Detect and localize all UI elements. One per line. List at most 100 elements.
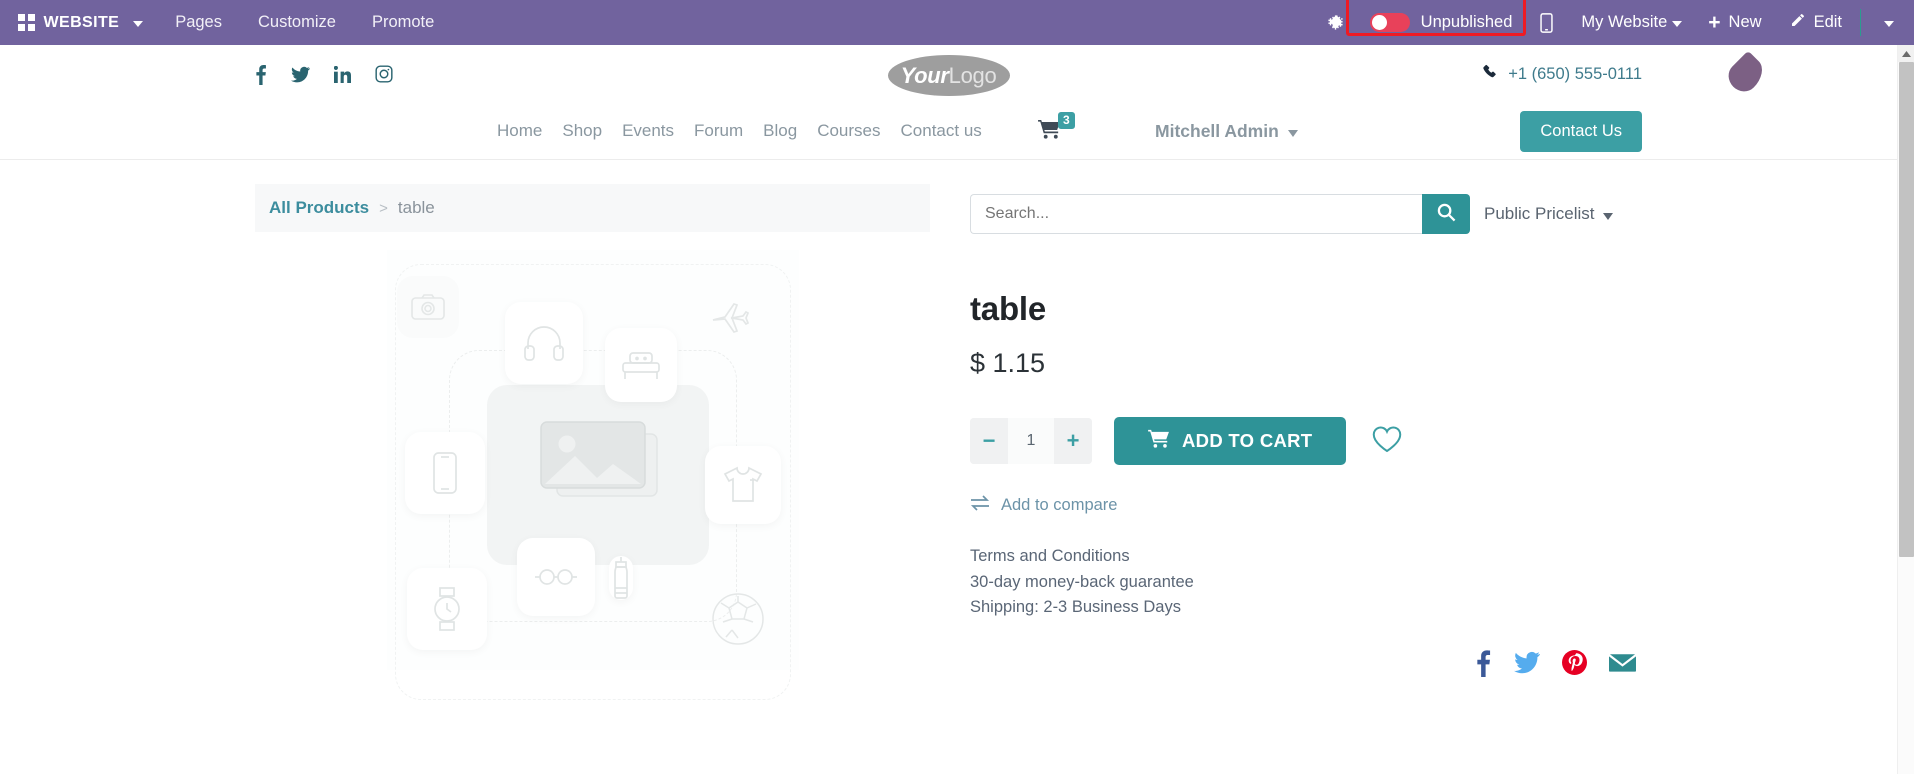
- search-icon: [1437, 203, 1456, 225]
- nav-link-contact-us[interactable]: Contact us: [891, 121, 992, 141]
- add-to-wishlist-button[interactable]: [1368, 422, 1406, 460]
- quantity-increase-button[interactable]: +: [1054, 418, 1092, 464]
- new-button[interactable]: + New: [1694, 0, 1775, 45]
- site-top-header: YourLogo +1 (650) 555-0111: [0, 45, 1897, 103]
- social-links: [255, 64, 393, 85]
- soccer-ball-icon: [707, 588, 769, 650]
- watch-icon: [406, 568, 487, 650]
- vertical-scrollbar[interactable]: [1897, 45, 1914, 774]
- terms-line-2: 30-day money-back guarantee: [970, 572, 1194, 591]
- terms-line-3: Shipping: 2-3 Business Days: [970, 598, 1181, 617]
- publish-toggle-button[interactable]: Unpublished: [1362, 9, 1521, 36]
- bug-icon[interactable]: [1315, 14, 1356, 31]
- divider: [1860, 9, 1861, 36]
- nav-link-courses[interactable]: Courses: [807, 121, 890, 141]
- exchange-arrows-icon: [970, 495, 990, 516]
- add-to-cart-label: ADD TO CART: [1182, 430, 1313, 451]
- product-right-column: Public Pricelist table $ 1.15 − +: [970, 184, 1642, 677]
- chevron-down-icon: [1672, 20, 1683, 27]
- add-to-cart-button[interactable]: ADD TO CART: [1114, 417, 1347, 465]
- contact-us-button[interactable]: Contact Us: [1520, 110, 1642, 152]
- product-page-content: All Products > table Search... Public Pr…: [0, 160, 1897, 700]
- quantity-decrease-button[interactable]: −: [970, 418, 1008, 464]
- nav-link-home[interactable]: Home: [487, 121, 552, 141]
- site-logo-text: YourLogo: [901, 63, 997, 89]
- bed-icon: [604, 328, 677, 402]
- website-selector[interactable]: My Website: [1567, 13, 1694, 32]
- publish-state-label: Unpublished: [1420, 13, 1513, 31]
- scrollbar-thumb[interactable]: [1899, 62, 1914, 557]
- breadcrumb-current: table: [397, 198, 435, 217]
- menu-pages[interactable]: Pages: [157, 0, 240, 45]
- odoo-editor-topbar: WEBSITE Pages Customize Promote Unpublis…: [0, 0, 1914, 45]
- product-image-placeholder[interactable]: [386, 250, 799, 700]
- apps-grid-icon: [18, 14, 35, 31]
- share-pinterest-icon[interactable]: [1562, 650, 1587, 676]
- pricelist-dropdown[interactable]: Public Pricelist: [1484, 204, 1613, 224]
- nav-link-shop[interactable]: Shop: [552, 121, 612, 141]
- glasses-icon: [516, 538, 595, 616]
- website-preview: YourLogo +1 (650) 555-0111 Home Shop Eve…: [0, 45, 1897, 774]
- instagram-icon[interactable]: [375, 65, 393, 83]
- camera-icon: [396, 276, 459, 338]
- quantity-input[interactable]: [1008, 418, 1054, 464]
- breadcrumb: All Products > table: [255, 184, 930, 232]
- product-price: $ 1.15: [970, 348, 1046, 378]
- cart-button[interactable]: 3: [1038, 111, 1075, 144]
- header-phone[interactable]: +1 (650) 555-0111: [1482, 64, 1642, 84]
- user-menu[interactable]: Mitchell Admin: [1155, 121, 1298, 142]
- cart-plus-icon: [1148, 429, 1170, 453]
- nav-link-list: Home Shop Events Forum Blog Courses Cont…: [487, 121, 992, 141]
- logo-bold-text: Your: [900, 62, 949, 88]
- mobile-preview-icon[interactable]: [1526, 12, 1567, 33]
- chevron-down-icon: [1287, 129, 1298, 137]
- purchase-row: − + ADD TO CART: [970, 417, 1642, 465]
- scroll-up-arrow-icon[interactable]: [1898, 45, 1914, 62]
- breadcrumb-all-products[interactable]: All Products: [269, 198, 369, 218]
- add-to-compare-label: Add to compare: [1001, 496, 1118, 514]
- phone-number: +1 (650) 555-0111: [1508, 64, 1642, 83]
- nav-link-blog[interactable]: Blog: [753, 121, 807, 141]
- share-twitter-icon[interactable]: [1514, 651, 1540, 674]
- editor-left-menus: WEBSITE Pages Customize Promote: [0, 0, 452, 45]
- bottle-icon: [608, 556, 633, 600]
- facebook-icon[interactable]: [255, 64, 267, 85]
- nav-link-events[interactable]: Events: [612, 121, 684, 141]
- linkedin-icon[interactable]: [334, 65, 351, 83]
- t-shirt-icon: [704, 446, 781, 524]
- airplane-icon: [705, 294, 757, 342]
- add-to-compare-link[interactable]: Add to compare: [970, 495, 1117, 516]
- image-icon: [539, 420, 661, 500]
- heart-outline-icon: [1372, 426, 1402, 456]
- site-main-nav: Home Shop Events Forum Blog Courses Cont…: [0, 103, 1897, 160]
- quantity-stepper: − +: [970, 418, 1092, 464]
- site-logo[interactable]: YourLogo: [887, 55, 1010, 96]
- search-input[interactable]: [970, 194, 1422, 234]
- terms-line-1: Terms and Conditions: [970, 547, 1130, 565]
- edit-button[interactable]: Edit: [1776, 0, 1856, 45]
- share-facebook-icon[interactable]: [1475, 649, 1492, 677]
- pricelist-label: Public Pricelist: [1484, 204, 1595, 223]
- edit-button-label: Edit: [1813, 13, 1842, 31]
- apps-menu-button[interactable]: WEBSITE: [0, 0, 157, 45]
- chevron-down-icon: [1602, 212, 1613, 220]
- pencil-icon: [1790, 12, 1806, 33]
- plus-icon: +: [1708, 11, 1721, 34]
- product-left-column: All Products > table: [255, 184, 930, 700]
- menu-promote[interactable]: Promote: [354, 0, 452, 45]
- website-selector-label: My Website: [1581, 13, 1668, 31]
- product-terms-block: Terms and Conditions 30-day money-back g…: [970, 544, 1642, 621]
- apps-menu-label: WEBSITE: [43, 13, 120, 31]
- overflow-menu-button[interactable]: [1865, 20, 1906, 27]
- editor-right-controls: Unpublished My Website + New Edit: [1315, 0, 1914, 45]
- nav-link-forum[interactable]: Forum: [684, 121, 753, 141]
- cart-count-badge: 3: [1058, 111, 1075, 129]
- publish-switch[interactable]: [1369, 13, 1410, 32]
- menu-customize[interactable]: Customize: [240, 0, 354, 45]
- product-title: table: [970, 290, 1047, 327]
- search-submit-button[interactable]: [1422, 194, 1470, 234]
- chevron-down-icon: [133, 20, 144, 27]
- twitter-icon[interactable]: [291, 66, 310, 83]
- logo-light-text: Logo: [948, 62, 997, 88]
- share-email-icon[interactable]: [1609, 652, 1636, 673]
